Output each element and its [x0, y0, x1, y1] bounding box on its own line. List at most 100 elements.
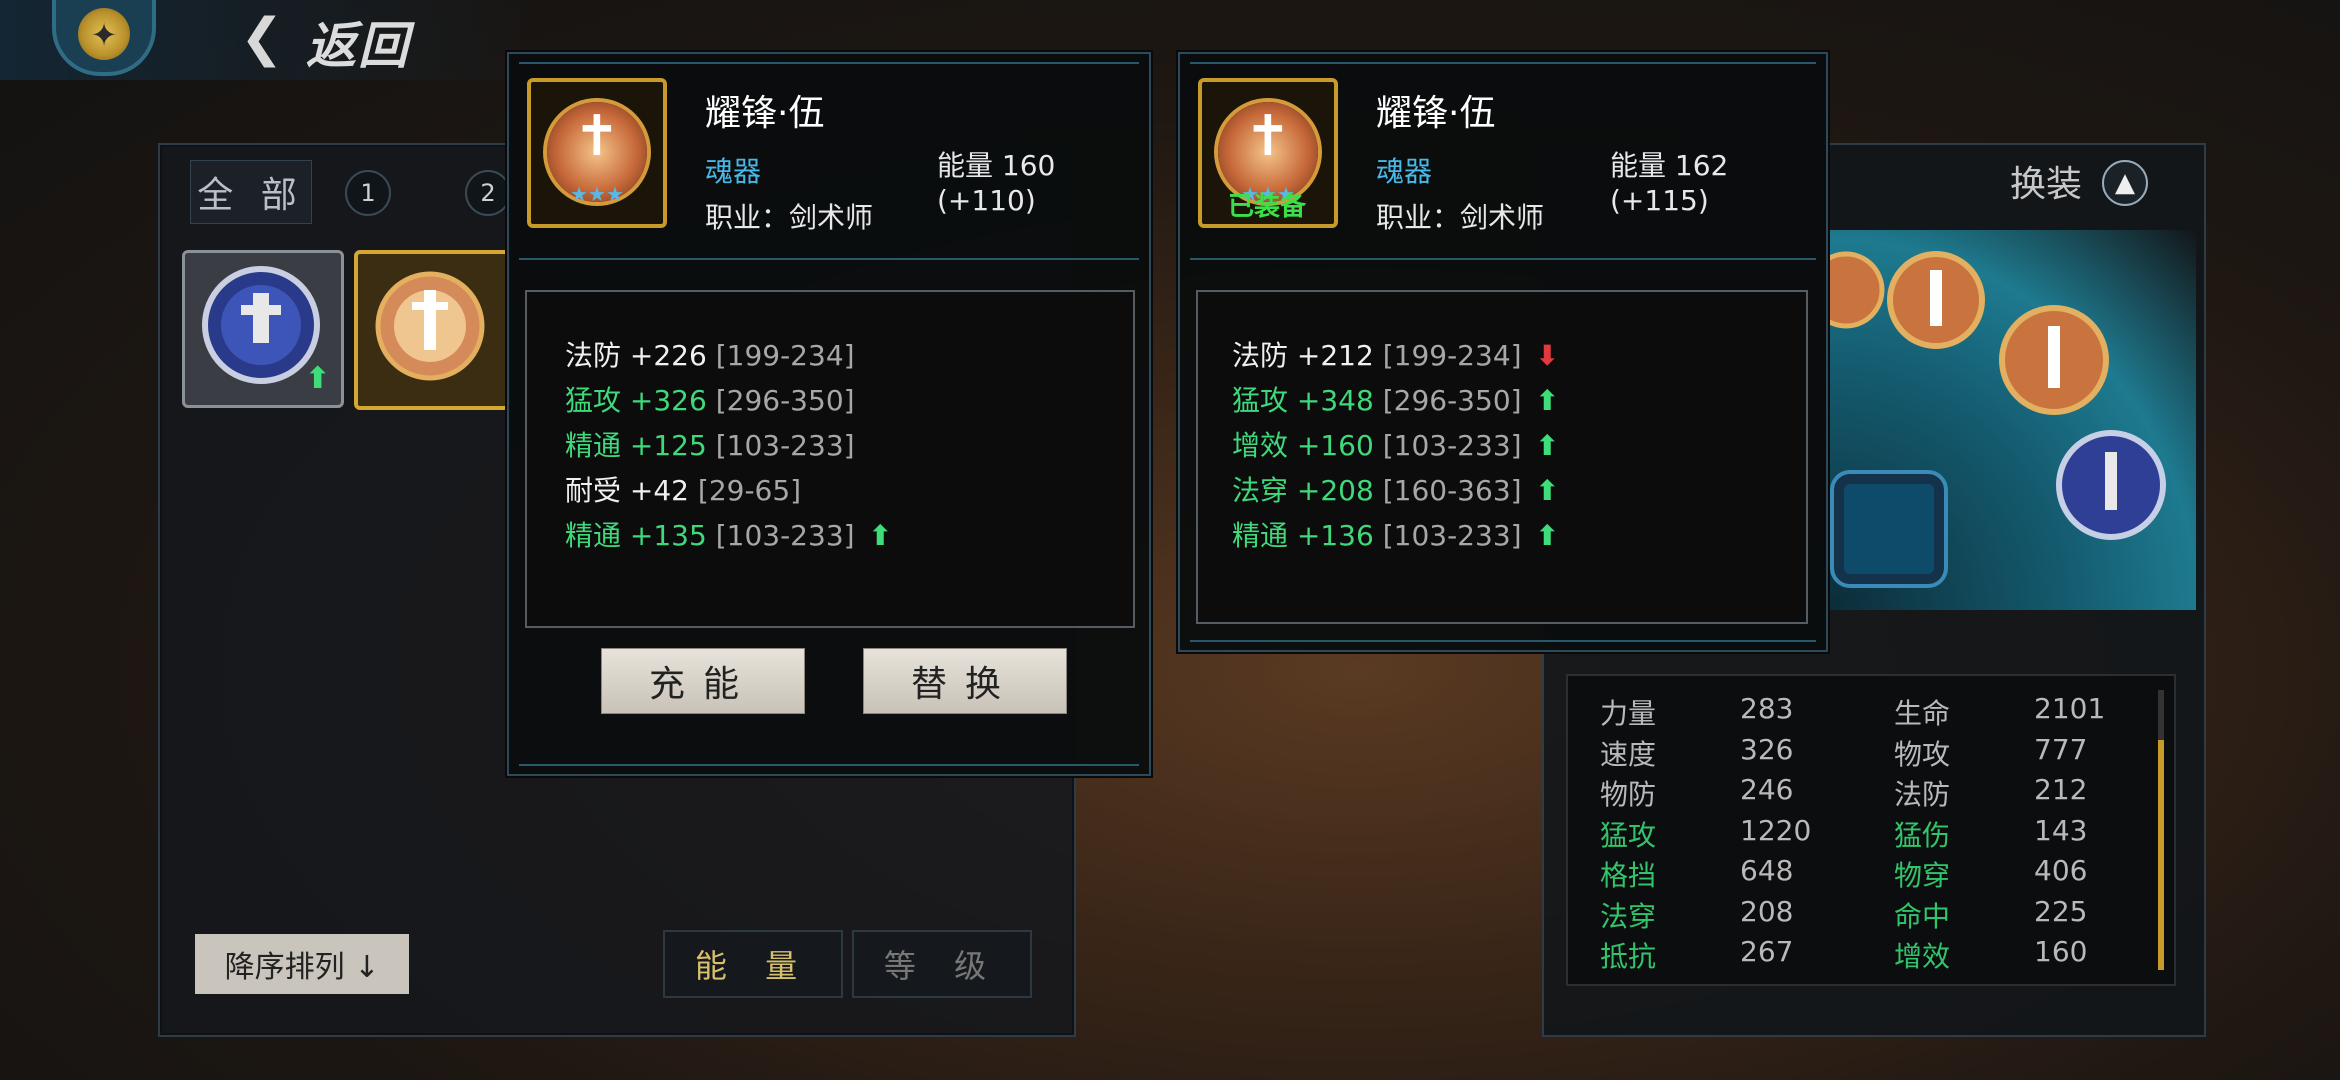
stat-value: +326: [629, 384, 707, 417]
item-job: 职业：剑术师: [705, 201, 874, 234]
stat-name: 增效: [1232, 429, 1297, 462]
sword-emblem-icon: ✝ ★★★: [527, 78, 667, 228]
sword-emblem-icon: [375, 271, 485, 381]
stat-range: [103-233]: [706, 519, 855, 552]
sort-energy-button[interactable]: 能 量: [663, 930, 843, 998]
stat-range: [199-234]: [1373, 339, 1522, 372]
item-name: 耀锋·伍: [1376, 93, 1496, 134]
sword-emblem-icon: ✝ ★★★ 已装备: [1198, 78, 1338, 228]
item-job: 职业：剑术师: [1376, 201, 1545, 234]
stat-label: 猛攻: [1600, 818, 1657, 852]
stat-value: 208: [1740, 894, 1794, 928]
stat-value: +160: [1296, 429, 1374, 462]
stat-label: 增效: [1894, 940, 1951, 973]
stat-range: [296-350]: [1373, 384, 1522, 417]
stats-scrollbar-thumb[interactable]: [2158, 740, 2164, 970]
back-button[interactable]: 返回: [306, 6, 410, 78]
tab-2[interactable]: 2: [465, 170, 511, 216]
stat-value: 406: [2034, 854, 2088, 887]
stat-value: 283: [1740, 692, 1794, 725]
stat-value: 160: [2034, 935, 2088, 968]
inventory-slot[interactable]: ⬆: [182, 250, 344, 408]
stat-value: +135: [629, 519, 707, 552]
stat-line: 猛攻 +326 [296-350]: [565, 379, 855, 419]
stat-name: 法穿: [1232, 474, 1297, 507]
stat-line: 耐受 +42 [29-65]: [565, 469, 801, 509]
stat-line: 精通 +135 [103-233] ⬆: [565, 514, 892, 554]
stat-label: 物攻: [1894, 737, 1951, 771]
stat-range: [29-65]: [689, 474, 802, 507]
stat-label: 物防: [1600, 778, 1657, 811]
stat-range: [296-350]: [706, 384, 855, 417]
chevron-left-icon[interactable]: ❮: [240, 8, 284, 68]
stat-name: 猛攻: [1232, 384, 1297, 417]
arrow-up-icon: ⬆: [1535, 519, 1560, 552]
stat-range: [103-233]: [1373, 429, 1522, 462]
inventory-slot-selected[interactable]: [354, 250, 510, 410]
stat-value: +136: [1296, 519, 1374, 552]
sort-level-button[interactable]: 等 级: [852, 930, 1032, 998]
stat-line: 增效 +160 [103-233] ⬆: [1232, 424, 1559, 464]
stat-name: 精通: [1232, 519, 1297, 552]
stat-value: 267: [1740, 935, 1794, 968]
stat-label: 物穿: [1894, 859, 1951, 892]
equipped-tag: 已装备: [1228, 192, 1307, 222]
stat-value: 143: [2034, 813, 2088, 847]
stat-name: 精通: [565, 519, 630, 552]
stat-range: [160-363]: [1373, 474, 1522, 507]
arrow-up-icon: ⬆: [1535, 474, 1560, 507]
stat-range: [103-233]: [706, 429, 855, 462]
stat-value: +226: [629, 339, 707, 372]
stat-value: 2101: [2034, 692, 2106, 725]
stat-label: 速度: [1600, 737, 1657, 771]
charge-button[interactable]: 充能: [601, 648, 805, 714]
item-type: 魂器: [1376, 155, 1433, 188]
stat-value: +348: [1296, 384, 1374, 417]
stat-name: 猛攻: [565, 384, 630, 417]
sort-desc-button[interactable]: 降序排列 ↓: [195, 934, 409, 994]
equipped-item-popup: ✝ ★★★ 已装备 耀锋·伍 魂器 能量 162 (+115) 职业：剑术师 法防…: [1178, 52, 1828, 652]
stat-label: 格挡: [1600, 859, 1657, 892]
replace-button[interactable]: 替换: [863, 648, 1067, 714]
item-energy: 能量 160 (+110): [937, 149, 1056, 217]
item-detail-popup: ✝ ★★★ 耀锋·伍 魂器 能量 160 (+110) 职业：剑术师 法防 +22…: [507, 52, 1151, 776]
arrow-up-icon: ⬆: [1535, 384, 1560, 417]
stat-value: +208: [1296, 474, 1374, 507]
arrow-up-icon: ⬆: [1535, 429, 1560, 462]
arrow-up-icon: ⬆: [305, 361, 331, 396]
swap-button[interactable]: 换装: [2010, 155, 2082, 207]
arrow-down-icon: ⬇: [1535, 339, 1560, 372]
stat-value: 225: [2034, 894, 2088, 928]
cube-core-icon[interactable]: [1830, 470, 1948, 588]
stat-label: 法防: [1894, 778, 1951, 811]
stat-value: 246: [1740, 773, 1794, 806]
stat-value: +212: [1296, 339, 1374, 372]
stat-line: 精通 +125 [103-233]: [565, 424, 855, 464]
item-energy: 能量 162 (+115): [1610, 149, 1729, 217]
stat-label: 力量: [1600, 697, 1657, 730]
stat-name: 耐受: [565, 474, 630, 507]
stat-value: 777: [2034, 732, 2088, 766]
stat-label: 法穿: [1600, 899, 1657, 933]
stat-value: +42: [629, 474, 689, 507]
stat-value: 326: [1740, 732, 1794, 766]
stat-range: [103-233]: [1373, 519, 1522, 552]
stat-line: 法穿 +208 [160-363] ⬆: [1232, 469, 1559, 509]
stat-label: 抵抗: [1600, 940, 1657, 973]
stat-label: 命中: [1894, 899, 1951, 933]
equip-slot: [1807, 251, 1885, 329]
stat-value: +125: [629, 429, 707, 462]
stat-name: 法防: [1232, 339, 1297, 372]
stat-line: 法防 +226 [199-234]: [565, 334, 855, 374]
stat-value: 212: [2034, 773, 2088, 806]
stat-line: 法防 +212 [199-234] ⬇: [1232, 334, 1559, 374]
arrow-up-icon: ⬆: [868, 519, 893, 552]
item-type: 魂器: [705, 155, 762, 188]
tab-1[interactable]: 1: [345, 170, 391, 216]
stat-name: 精通: [565, 429, 630, 462]
rotate-icon[interactable]: ▲: [2102, 160, 2148, 206]
stat-value: 648: [1740, 854, 1794, 887]
tab-all[interactable]: 全 部: [190, 160, 312, 224]
stat-value: 1220: [1740, 813, 1812, 847]
item-name: 耀锋·伍: [705, 93, 825, 134]
